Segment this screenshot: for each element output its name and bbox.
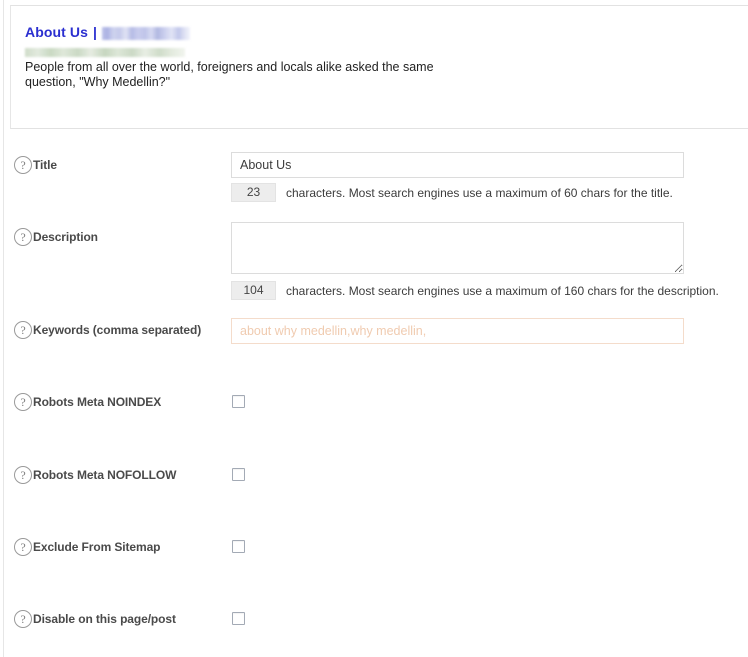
search-snippet-preview: About Us | People from all over the worl… <box>10 5 748 129</box>
redacted-url-blur <box>25 48 185 57</box>
description-counter-line: 104 characters. Most search engines use … <box>231 281 719 300</box>
help-icon[interactable]: ? <box>14 156 32 174</box>
help-icon[interactable]: ? <box>14 393 32 411</box>
disable-page-label: Disable on this page/post <box>33 612 176 626</box>
exclude-sitemap-checkbox[interactable] <box>232 540 245 553</box>
keywords-label-cell: ? Keywords (comma separated) <box>14 321 201 339</box>
redacted-site-name-blur <box>102 26 191 40</box>
description-label: Description <box>33 230 98 244</box>
description-character-count: 104 <box>231 281 276 300</box>
help-icon[interactable]: ? <box>14 228 32 246</box>
title-counter-line: 23 characters. Most search engines use a… <box>231 183 673 202</box>
preview-title-line: About Us | <box>25 24 734 40</box>
panel-left-divider <box>3 0 4 657</box>
robots-noindex-label-cell: ? Robots Meta NOINDEX <box>14 393 161 411</box>
help-icon[interactable]: ? <box>14 538 32 556</box>
title-character-count: 23 <box>231 183 276 202</box>
preview-title-text: About Us <box>25 24 89 40</box>
robots-nofollow-label: Robots Meta NOFOLLOW <box>33 468 177 482</box>
keywords-label: Keywords (comma separated) <box>33 323 202 337</box>
disable-page-label-cell: ? Disable on this page/post <box>14 610 176 628</box>
robots-noindex-label: Robots Meta NOINDEX <box>33 395 162 409</box>
help-icon[interactable]: ? <box>14 466 32 484</box>
description-textarea[interactable] <box>231 222 684 274</box>
robots-nofollow-label-cell: ? Robots Meta NOFOLLOW <box>14 466 176 484</box>
preview-description-text: People from all over the world, foreigne… <box>25 60 434 89</box>
robots-noindex-checkbox[interactable] <box>232 395 245 408</box>
exclude-sitemap-label-cell: ? Exclude From Sitemap <box>14 538 160 556</box>
help-icon[interactable]: ? <box>14 610 32 628</box>
title-label-cell: ? Title <box>14 156 57 174</box>
exclude-sitemap-label: Exclude From Sitemap <box>33 540 161 554</box>
title-counter-hint: characters. Most search engines use a ma… <box>286 185 673 200</box>
seo-metabox-panel: About Us | People from all over the worl… <box>0 0 748 657</box>
title-input[interactable] <box>231 152 684 178</box>
robots-nofollow-checkbox[interactable] <box>232 468 245 481</box>
disable-page-checkbox[interactable] <box>232 612 245 625</box>
preview-title-separator: | <box>93 24 98 40</box>
help-icon[interactable]: ? <box>14 321 32 339</box>
title-label: Title <box>33 158 57 172</box>
description-counter-hint: characters. Most search engines use a ma… <box>286 283 719 298</box>
description-label-cell: ? Description <box>14 228 98 246</box>
keywords-input[interactable] <box>231 318 684 344</box>
